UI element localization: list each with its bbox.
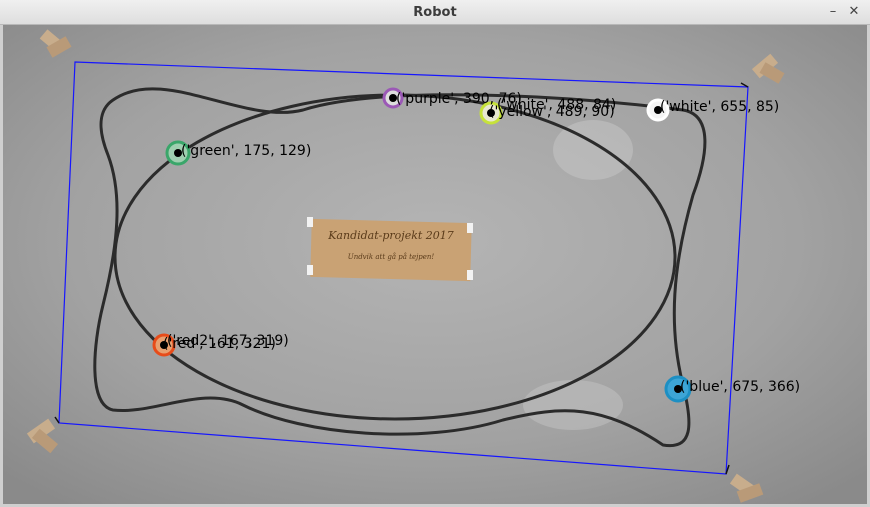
sign-title: Kandidat-projekt 2017 [327, 229, 454, 242]
glare [523, 380, 623, 430]
window-title: Robot [413, 5, 457, 20]
minimize-button[interactable]: – [824, 3, 842, 21]
robot-window: Robot – ✕ Kandidat-projekt 2017 Undvik a… [0, 0, 870, 507]
label-white-2: ('white', 488, 84) [497, 97, 616, 113]
sign-subtitle: Undvik att gå på tejpen! [348, 252, 435, 261]
label-green: ('green', 175, 129) [181, 143, 311, 159]
label-white: ('white', 655, 85) [660, 99, 779, 115]
label-blue: ('blue', 675, 366) [680, 379, 800, 395]
camera-feed: Kandidat-projekt 2017 Undvik att gå på t… [3, 25, 867, 504]
camera-view: Kandidat-projekt 2017 Undvik att gå på t… [3, 25, 867, 504]
close-button[interactable]: ✕ [845, 3, 863, 21]
title-bar[interactable]: Robot – ✕ [0, 0, 870, 25]
label-red: ('red', 161, 321) [163, 336, 276, 352]
center-sign: Kandidat-projekt 2017 Undvik att gå på t… [307, 217, 473, 282]
